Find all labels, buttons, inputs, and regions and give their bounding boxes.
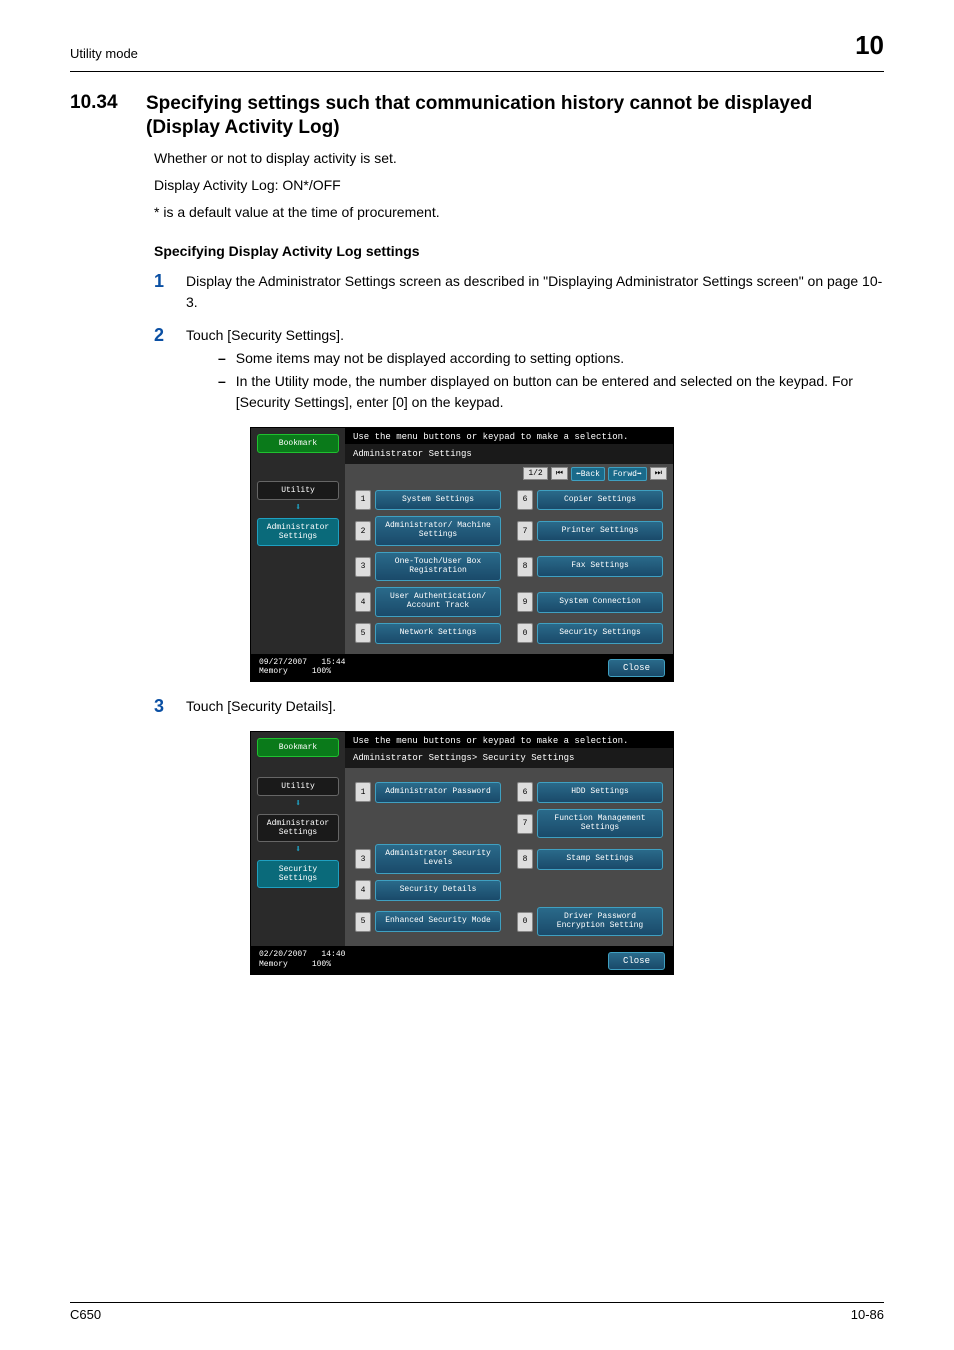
step-3-num: 3 [154, 696, 186, 717]
timestamp: 09/27/2007 15:44 Memory 100% [259, 658, 345, 677]
para-1: Whether or not to display activity is se… [154, 148, 884, 169]
step-2-num: 2 [154, 325, 186, 346]
subheading: Specifying Display Activity Log settings [154, 243, 884, 259]
menu-num: 6 [517, 782, 533, 802]
chevron-down-icon: ⬇ [295, 800, 301, 810]
menu-copier-settings[interactable]: Copier Settings [537, 490, 663, 511]
step-2-text: Touch [Security Settings]. [186, 325, 884, 346]
menu-num: 8 [517, 557, 533, 577]
menu-security-settings[interactable]: Security Settings [537, 623, 663, 644]
menu-system-connection[interactable]: System Connection [537, 592, 663, 613]
menu-network-settings[interactable]: Network Settings [375, 623, 501, 644]
menu-function-mgmt[interactable]: Function Management Settings [537, 809, 663, 839]
chevron-down-icon: ⬇ [295, 504, 301, 514]
menu-stamp-settings[interactable]: Stamp Settings [537, 849, 663, 870]
menu-fax-settings[interactable]: Fax Settings [537, 556, 663, 577]
screen-instruction: Use the menu buttons or keypad to make a… [345, 428, 673, 444]
menu-num: 1 [355, 490, 371, 510]
menu-admin-machine[interactable]: Administrator/ Machine Settings [375, 516, 501, 546]
admin-settings-tab[interactable]: Administrator Settings [257, 518, 339, 546]
menu-grid: 1System Settings 6Copier Settings 2Admin… [345, 484, 673, 654]
header-chapter: 10 [855, 30, 884, 61]
menu-user-auth[interactable]: User Authentication/ Account Track [375, 587, 501, 617]
menu-num: 6 [517, 490, 533, 510]
page-indicator: 1/2 [523, 467, 547, 480]
section-title: Specifying settings such that communicat… [146, 92, 884, 140]
menu-num: 5 [355, 623, 371, 643]
screenshot-admin-settings: Bookmark Utility ⬇ Administrator Setting… [250, 427, 674, 683]
menu-hdd-settings[interactable]: HDD Settings [537, 782, 663, 803]
timestamp: 02/20/2007 14:40 Memory 100% [259, 950, 345, 969]
menu-num: 7 [517, 814, 533, 834]
screen-title: Administrator Settings> Security Setting… [345, 748, 673, 768]
security-settings-tab[interactable]: Security Settings [257, 860, 339, 888]
screen-title: Administrator Settings [345, 444, 673, 464]
menu-printer-settings[interactable]: Printer Settings [537, 521, 663, 542]
menu-num: 9 [517, 592, 533, 612]
menu-num: 4 [355, 880, 371, 900]
utility-tab[interactable]: Utility [257, 481, 339, 500]
menu-security-details[interactable]: Security Details [375, 880, 501, 901]
forward-button[interactable]: Forwd➡ [608, 467, 647, 481]
chevron-down-icon: ⬇ [295, 846, 301, 856]
menu-admin-sec-levels[interactable]: Administrator Security Levels [375, 844, 501, 874]
footer-left: C650 [70, 1307, 101, 1322]
menu-num: 2 [355, 521, 371, 541]
bookmark-tab[interactable]: Bookmark [257, 434, 339, 453]
menu-onetouch[interactable]: One-Touch/User Box Registration [375, 552, 501, 582]
menu-num: 7 [517, 521, 533, 541]
admin-settings-tab[interactable]: Administrator Settings [257, 814, 339, 842]
menu-num: 1 [355, 782, 371, 802]
close-button[interactable]: Close [608, 659, 665, 677]
utility-tab[interactable]: Utility [257, 777, 339, 796]
step-3-text: Touch [Security Details]. [186, 696, 884, 717]
para-3: * is a default value at the time of proc… [154, 202, 884, 223]
step2-bullet1: Some items may not be displayed accordin… [236, 348, 624, 369]
menu-num: 0 [517, 623, 533, 643]
dash-icon: – [218, 371, 226, 413]
step2-bullet2: In the Utility mode, the number displaye… [236, 371, 884, 413]
section-number: 10.34 [70, 92, 130, 114]
menu-num: 3 [355, 557, 371, 577]
menu-num: 4 [355, 592, 371, 612]
para-2: Display Activity Log: ON*/OFF [154, 175, 884, 196]
menu-num: 3 [355, 849, 371, 869]
screen-instruction: Use the menu buttons or keypad to make a… [345, 732, 673, 748]
pager-first-icon[interactable]: ⏮ [551, 467, 568, 480]
footer-right: 10-86 [851, 1307, 884, 1322]
menu-admin-password[interactable]: Administrator Password [375, 782, 501, 803]
menu-num: 5 [355, 912, 371, 932]
header-left: Utility mode [70, 46, 138, 61]
screenshot-security-settings: Bookmark Utility ⬇ Administrator Setting… [250, 731, 674, 975]
menu-enhanced-security[interactable]: Enhanced Security Mode [375, 911, 501, 932]
menu-grid: 1Administrator Password 6HDD Settings 7F… [345, 776, 673, 946]
step-1-num: 1 [154, 271, 186, 292]
menu-num: 8 [517, 849, 533, 869]
pager-last-icon[interactable]: ⏭ [650, 467, 667, 480]
dash-icon: – [218, 348, 226, 369]
step-1-text: Display the Administrator Settings scree… [186, 271, 884, 313]
bookmark-tab[interactable]: Bookmark [257, 738, 339, 757]
menu-driver-password[interactable]: Driver Password Encryption Setting [537, 907, 663, 937]
close-button[interactable]: Close [608, 952, 665, 970]
back-button[interactable]: ⬅Back [571, 467, 605, 481]
menu-system-settings[interactable]: System Settings [375, 490, 501, 511]
menu-num: 0 [517, 912, 533, 932]
